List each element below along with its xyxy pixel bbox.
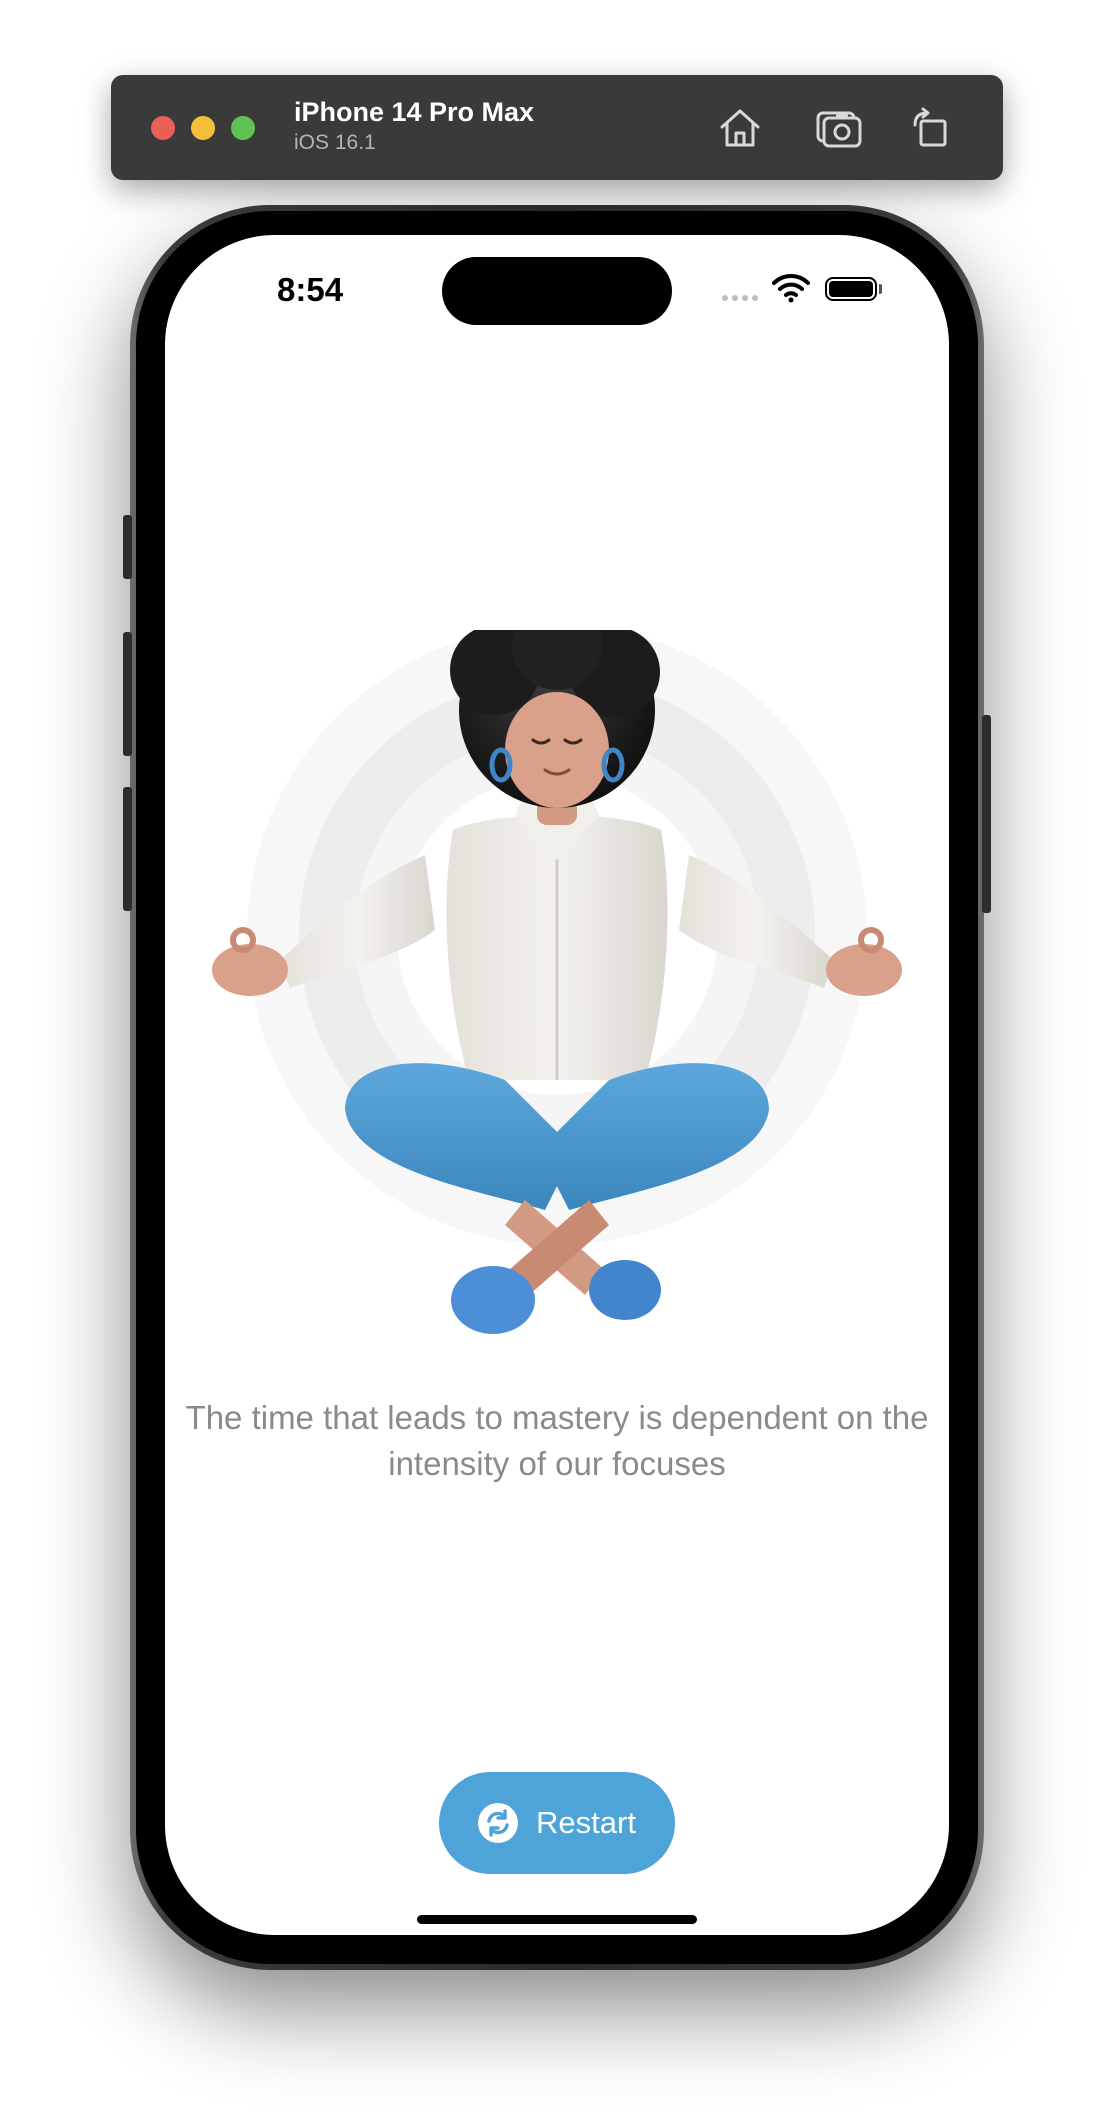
rotate-button[interactable] [905, 103, 957, 153]
phone-screen: 8:54 The time that leads to mastery is d… [165, 235, 949, 1935]
device-name: iPhone 14 Pro Max [294, 97, 535, 127]
action-button[interactable] [123, 515, 132, 579]
status-time: 8:54 [277, 271, 344, 308]
battery-cap [879, 284, 882, 294]
os-version: iOS 16.1 [294, 131, 376, 154]
meditating-person-illustration [212, 630, 902, 1334]
home-button[interactable] [714, 103, 766, 153]
simulator-title-bar: iPhone 14 Pro Max iOS 16.1 [111, 75, 1003, 180]
rotate-icon [913, 107, 947, 147]
home-indicator[interactable] [417, 1915, 697, 1924]
battery-icon [825, 277, 877, 301]
cellular-signal-icon [722, 295, 758, 301]
zoom-window-button[interactable] [231, 116, 255, 140]
volume-down-button[interactable] [123, 787, 132, 911]
home-icon [720, 109, 760, 147]
screenshot-icon [816, 111, 862, 148]
motivational-quote: The time that leads to mastery is depend… [185, 1399, 929, 1482]
close-window-button[interactable] [151, 116, 175, 140]
power-button[interactable] [982, 715, 991, 913]
minimize-window-button[interactable] [191, 116, 215, 140]
screenshot-button[interactable] [813, 103, 865, 153]
restart-button[interactable]: Restart [439, 1772, 675, 1874]
restart-label: Restart [536, 1805, 636, 1840]
dynamic-island [442, 257, 672, 325]
wifi-icon [772, 273, 810, 303]
volume-up-button[interactable] [123, 632, 132, 756]
refresh-icon [478, 1803, 519, 1843]
